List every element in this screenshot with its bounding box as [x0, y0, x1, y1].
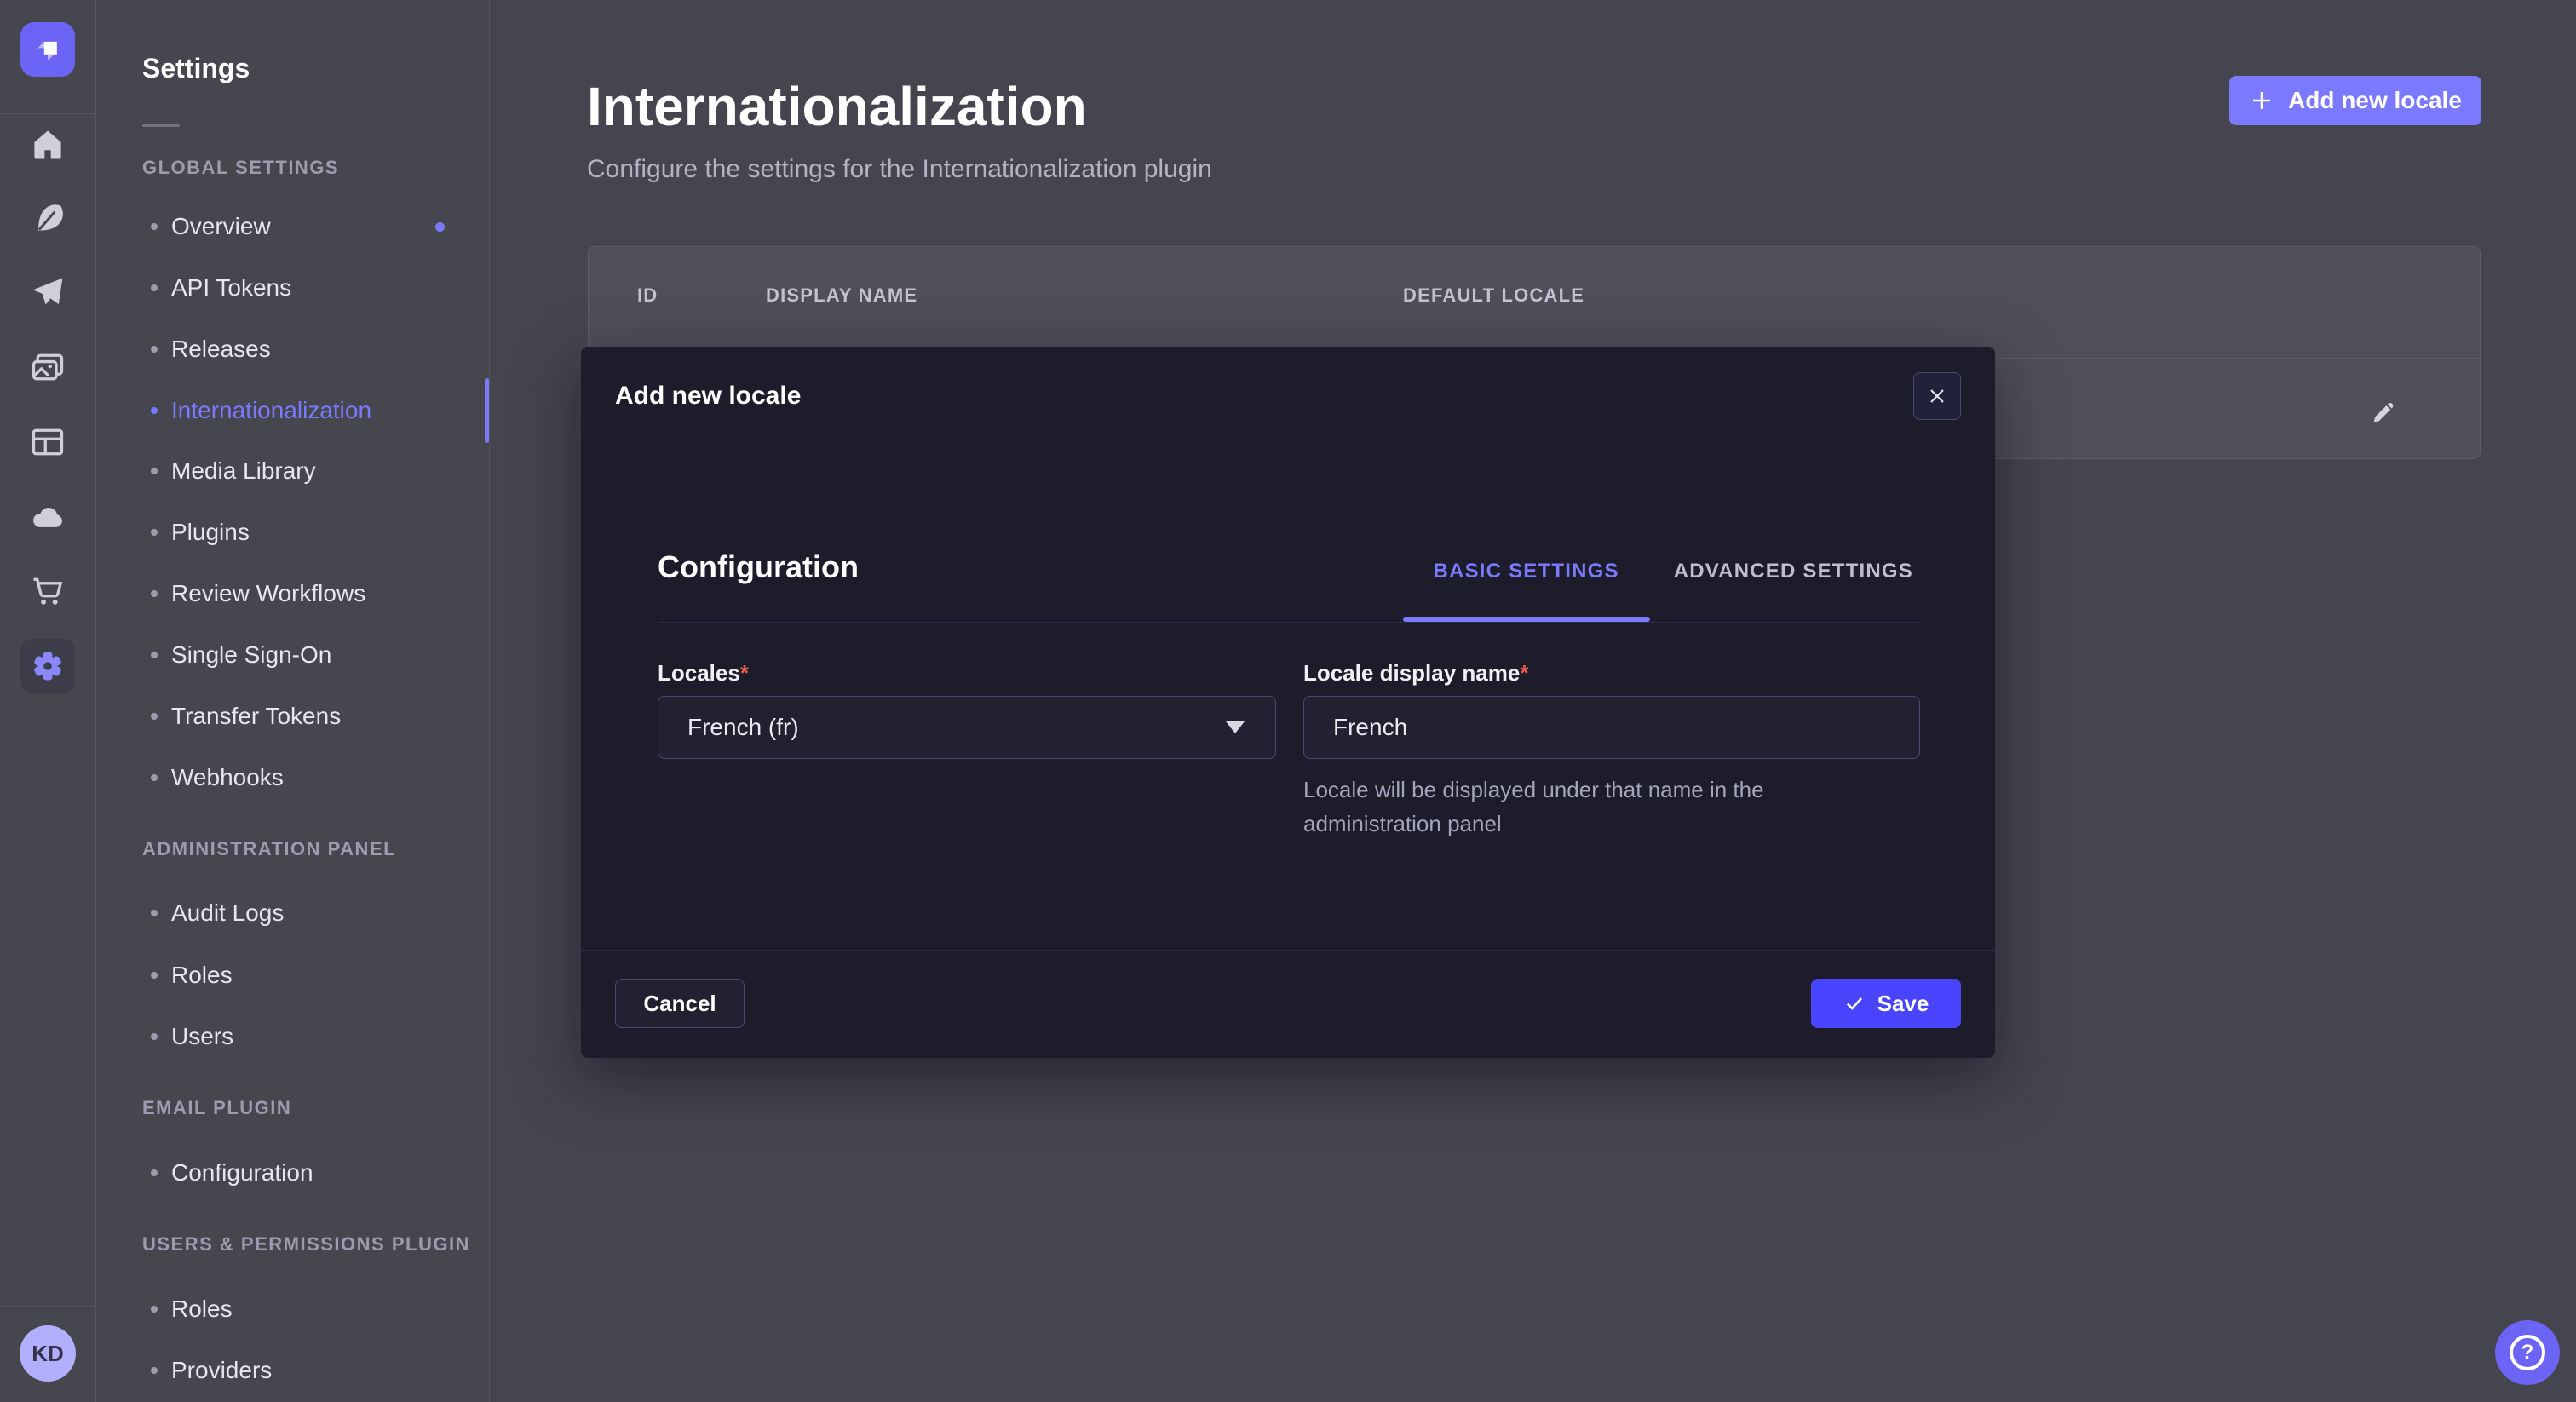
sidebar-item-transfer-tokens[interactable]: Transfer Tokens: [142, 692, 472, 740]
help-button[interactable]: ?: [2495, 1320, 2560, 1385]
user-avatar[interactable]: KD: [20, 1325, 76, 1382]
bullet-icon: [151, 652, 158, 658]
bullet-icon: [151, 774, 158, 781]
modal-title: Add new locale: [615, 382, 801, 411]
bullet-icon: [151, 1033, 158, 1040]
modal-tabs: BASIC SETTINGS ADVANCED SETTINGS: [1434, 560, 1913, 583]
required-asterisk: *: [740, 660, 749, 686]
sidebar-item-admin-roles[interactable]: Roles: [142, 951, 472, 999]
strapi-logo-icon: [31, 32, 65, 66]
close-icon: [1927, 386, 1947, 406]
sidebar-title: Settings: [142, 53, 250, 84]
sidebar-item-internationalization[interactable]: Internationalization: [142, 387, 472, 434]
layout-icon[interactable]: [29, 423, 66, 461]
bullet-icon: [151, 713, 158, 720]
modal-close-button[interactable]: [1913, 372, 1961, 420]
sidebar-item-webhooks[interactable]: Webhooks: [142, 754, 472, 802]
display-name-input[interactable]: [1303, 696, 1920, 759]
column-header-id: ID: [637, 284, 658, 307]
bullet-icon: [151, 1169, 158, 1176]
bullet-icon: [151, 1367, 158, 1374]
strapi-logo[interactable]: [20, 22, 75, 77]
sidebar-item-plugins[interactable]: Plugins: [142, 509, 472, 556]
rail-divider-bottom: [0, 1306, 95, 1307]
add-locale-modal: Add new locale Configuration BASIC SETTI…: [581, 347, 1995, 1058]
column-header-display-name: DISPLAY NAME: [766, 284, 917, 307]
home-icon[interactable]: [29, 126, 66, 164]
section-email-plugin: EMAIL PLUGIN: [142, 1097, 291, 1119]
cart-icon[interactable]: [29, 572, 66, 610]
sidebar-item-email-configuration[interactable]: Configuration: [142, 1149, 472, 1197]
bullet-icon: [151, 529, 158, 536]
chevron-down-icon: [1226, 721, 1245, 733]
sidebar-item-review-workflows[interactable]: Review Workflows: [142, 570, 472, 618]
rail-divider-top: [0, 113, 95, 114]
sidebar-item-overview[interactable]: Overview: [142, 203, 472, 250]
modal-footer: Cancel Save: [581, 950, 1995, 1058]
modal-header: Add new locale: [581, 347, 1995, 445]
settings-icon-active[interactable]: [20, 639, 75, 693]
sidebar-item-media-library[interactable]: Media Library: [142, 447, 472, 495]
required-asterisk: *: [1520, 660, 1528, 686]
bullet-icon: [151, 972, 158, 979]
locales-field-label: Locales*: [658, 660, 749, 687]
pencil-icon: [2368, 397, 2399, 428]
sidebar-title-divider: [142, 124, 180, 127]
cloud-icon[interactable]: [29, 498, 66, 536]
check-icon: [1843, 992, 1866, 1014]
avatar-initials: KD: [32, 1341, 64, 1367]
gear-icon: [29, 647, 66, 685]
section-global-settings: GLOBAL SETTINGS: [142, 157, 339, 179]
page-subtitle: Configure the settings for the Internati…: [587, 155, 1212, 184]
edit-locale-button[interactable]: [2361, 390, 2406, 434]
sidebar-item-up-providers[interactable]: Providers: [142, 1347, 472, 1394]
question-mark-icon: ?: [2510, 1335, 2545, 1370]
bullet-icon: [151, 223, 158, 230]
sidebar-item-admin-users[interactable]: Users: [142, 1013, 472, 1060]
feather-icon[interactable]: [29, 199, 66, 237]
display-name-hint: Locale will be displayed under that name…: [1303, 773, 1883, 841]
bullet-icon: [151, 1306, 158, 1313]
sidebar-item-releases[interactable]: Releases: [142, 325, 472, 373]
add-new-locale-button[interactable]: Add new locale: [2229, 76, 2481, 125]
save-button[interactable]: Save: [1811, 979, 1961, 1028]
bullet-icon: [151, 910, 158, 916]
cancel-button[interactable]: Cancel: [615, 979, 745, 1028]
bullet-icon: [151, 407, 158, 414]
bullet-icon: [151, 284, 158, 291]
tab-basic-settings[interactable]: BASIC SETTINGS: [1434, 560, 1619, 583]
sidebar-item-single-sign-on[interactable]: Single Sign-On: [142, 631, 472, 679]
section-administration-panel: ADMINISTRATION PANEL: [142, 838, 396, 860]
bullet-icon: [151, 468, 158, 474]
modal-section-title: Configuration: [658, 549, 859, 585]
paper-plane-icon[interactable]: [29, 273, 66, 311]
sidebar-item-api-tokens[interactable]: API Tokens: [142, 264, 472, 312]
plus-icon: [2249, 88, 2274, 113]
notification-dot-icon: [435, 222, 445, 232]
locales-select-value: French (fr): [687, 714, 799, 741]
settings-sidebar: Settings GLOBAL SETTINGS Overview API To…: [96, 0, 490, 1402]
tabs-divider: [658, 622, 1920, 623]
sidebar-item-audit-logs[interactable]: Audit Logs: [142, 889, 472, 937]
locales-select[interactable]: French (fr): [658, 696, 1276, 759]
column-header-default-locale: DEFAULT LOCALE: [1403, 284, 1584, 307]
display-name-field-label: Locale display name*: [1303, 660, 1528, 687]
media-library-icon[interactable]: [29, 348, 66, 386]
bullet-icon: [151, 590, 158, 597]
section-users-permissions-plugin: USERS & PERMISSIONS PLUGIN: [142, 1233, 470, 1255]
page-title: Internationalization: [587, 75, 1087, 138]
tab-advanced-settings[interactable]: ADVANCED SETTINGS: [1674, 560, 1913, 583]
sidebar-item-up-roles[interactable]: Roles: [142, 1285, 472, 1333]
bullet-icon: [151, 346, 158, 353]
active-item-indicator: [485, 378, 489, 443]
icon-rail: KD: [0, 0, 96, 1402]
